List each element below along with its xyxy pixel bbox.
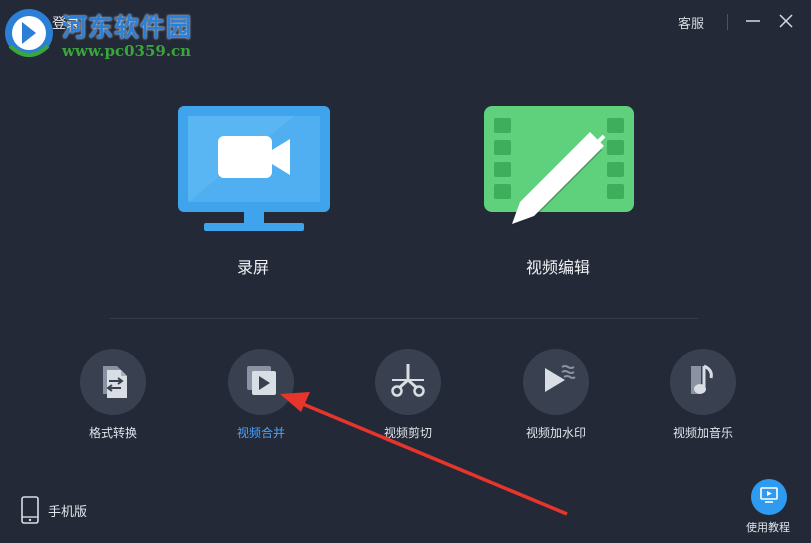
- format-convert-label: 格式转换: [88, 426, 137, 440]
- phone-icon: [20, 496, 40, 528]
- minimize-icon: [742, 10, 764, 32]
- format-convert-icon: [93, 360, 133, 404]
- video-merge-label: 视频合并: [236, 426, 285, 440]
- tutorial-play-icon: [759, 485, 779, 509]
- close-icon: [775, 10, 797, 32]
- video-edit-label: 视频编辑: [526, 258, 591, 277]
- video-music-label: 视频加音乐: [672, 426, 733, 440]
- video-music-button[interactable]: 视频加音乐: [643, 349, 763, 441]
- watermark-url: www.pc0359.cn: [62, 42, 192, 60]
- tutorial-button[interactable]: [751, 479, 787, 515]
- title-bar-divider: [727, 14, 728, 30]
- video-merge-button[interactable]: 视频合并: [201, 349, 321, 441]
- video-cut-button[interactable]: 视频剪切: [348, 349, 468, 441]
- tutorial-label[interactable]: 使用教程: [746, 519, 790, 535]
- customer-service-link[interactable]: 客服: [678, 13, 704, 32]
- video-watermark-label: 视频加水印: [525, 426, 586, 440]
- music-note-icon: [683, 360, 723, 404]
- screen-record-label: 录屏: [237, 258, 270, 277]
- annotation-arrow: [280, 392, 568, 516]
- section-divider: [110, 318, 698, 319]
- format-convert-button[interactable]: 格式转换: [53, 349, 173, 441]
- minimize-button[interactable]: [742, 10, 764, 32]
- video-cut-label: 视频剪切: [383, 426, 432, 440]
- mobile-version-label[interactable]: 手机版: [48, 501, 87, 520]
- video-watermark-button[interactable]: 视频加水印: [496, 349, 616, 441]
- scissors-icon: [388, 360, 428, 404]
- title-bar: 登录 河东软件园 www.pc0359.cn 客服: [0, 0, 811, 60]
- screen-record-button[interactable]: [174, 106, 334, 240]
- video-edit-button[interactable]: [480, 106, 640, 240]
- watermark-icon: [536, 360, 576, 404]
- watermark-logo: [2, 6, 56, 60]
- video-edit-icon: [480, 106, 640, 240]
- video-merge-icon: [241, 360, 281, 404]
- watermark-title: 河东软件园: [62, 13, 193, 42]
- mobile-version-button[interactable]: [20, 496, 40, 528]
- close-button[interactable]: [775, 10, 797, 32]
- screen-record-icon: [174, 106, 334, 240]
